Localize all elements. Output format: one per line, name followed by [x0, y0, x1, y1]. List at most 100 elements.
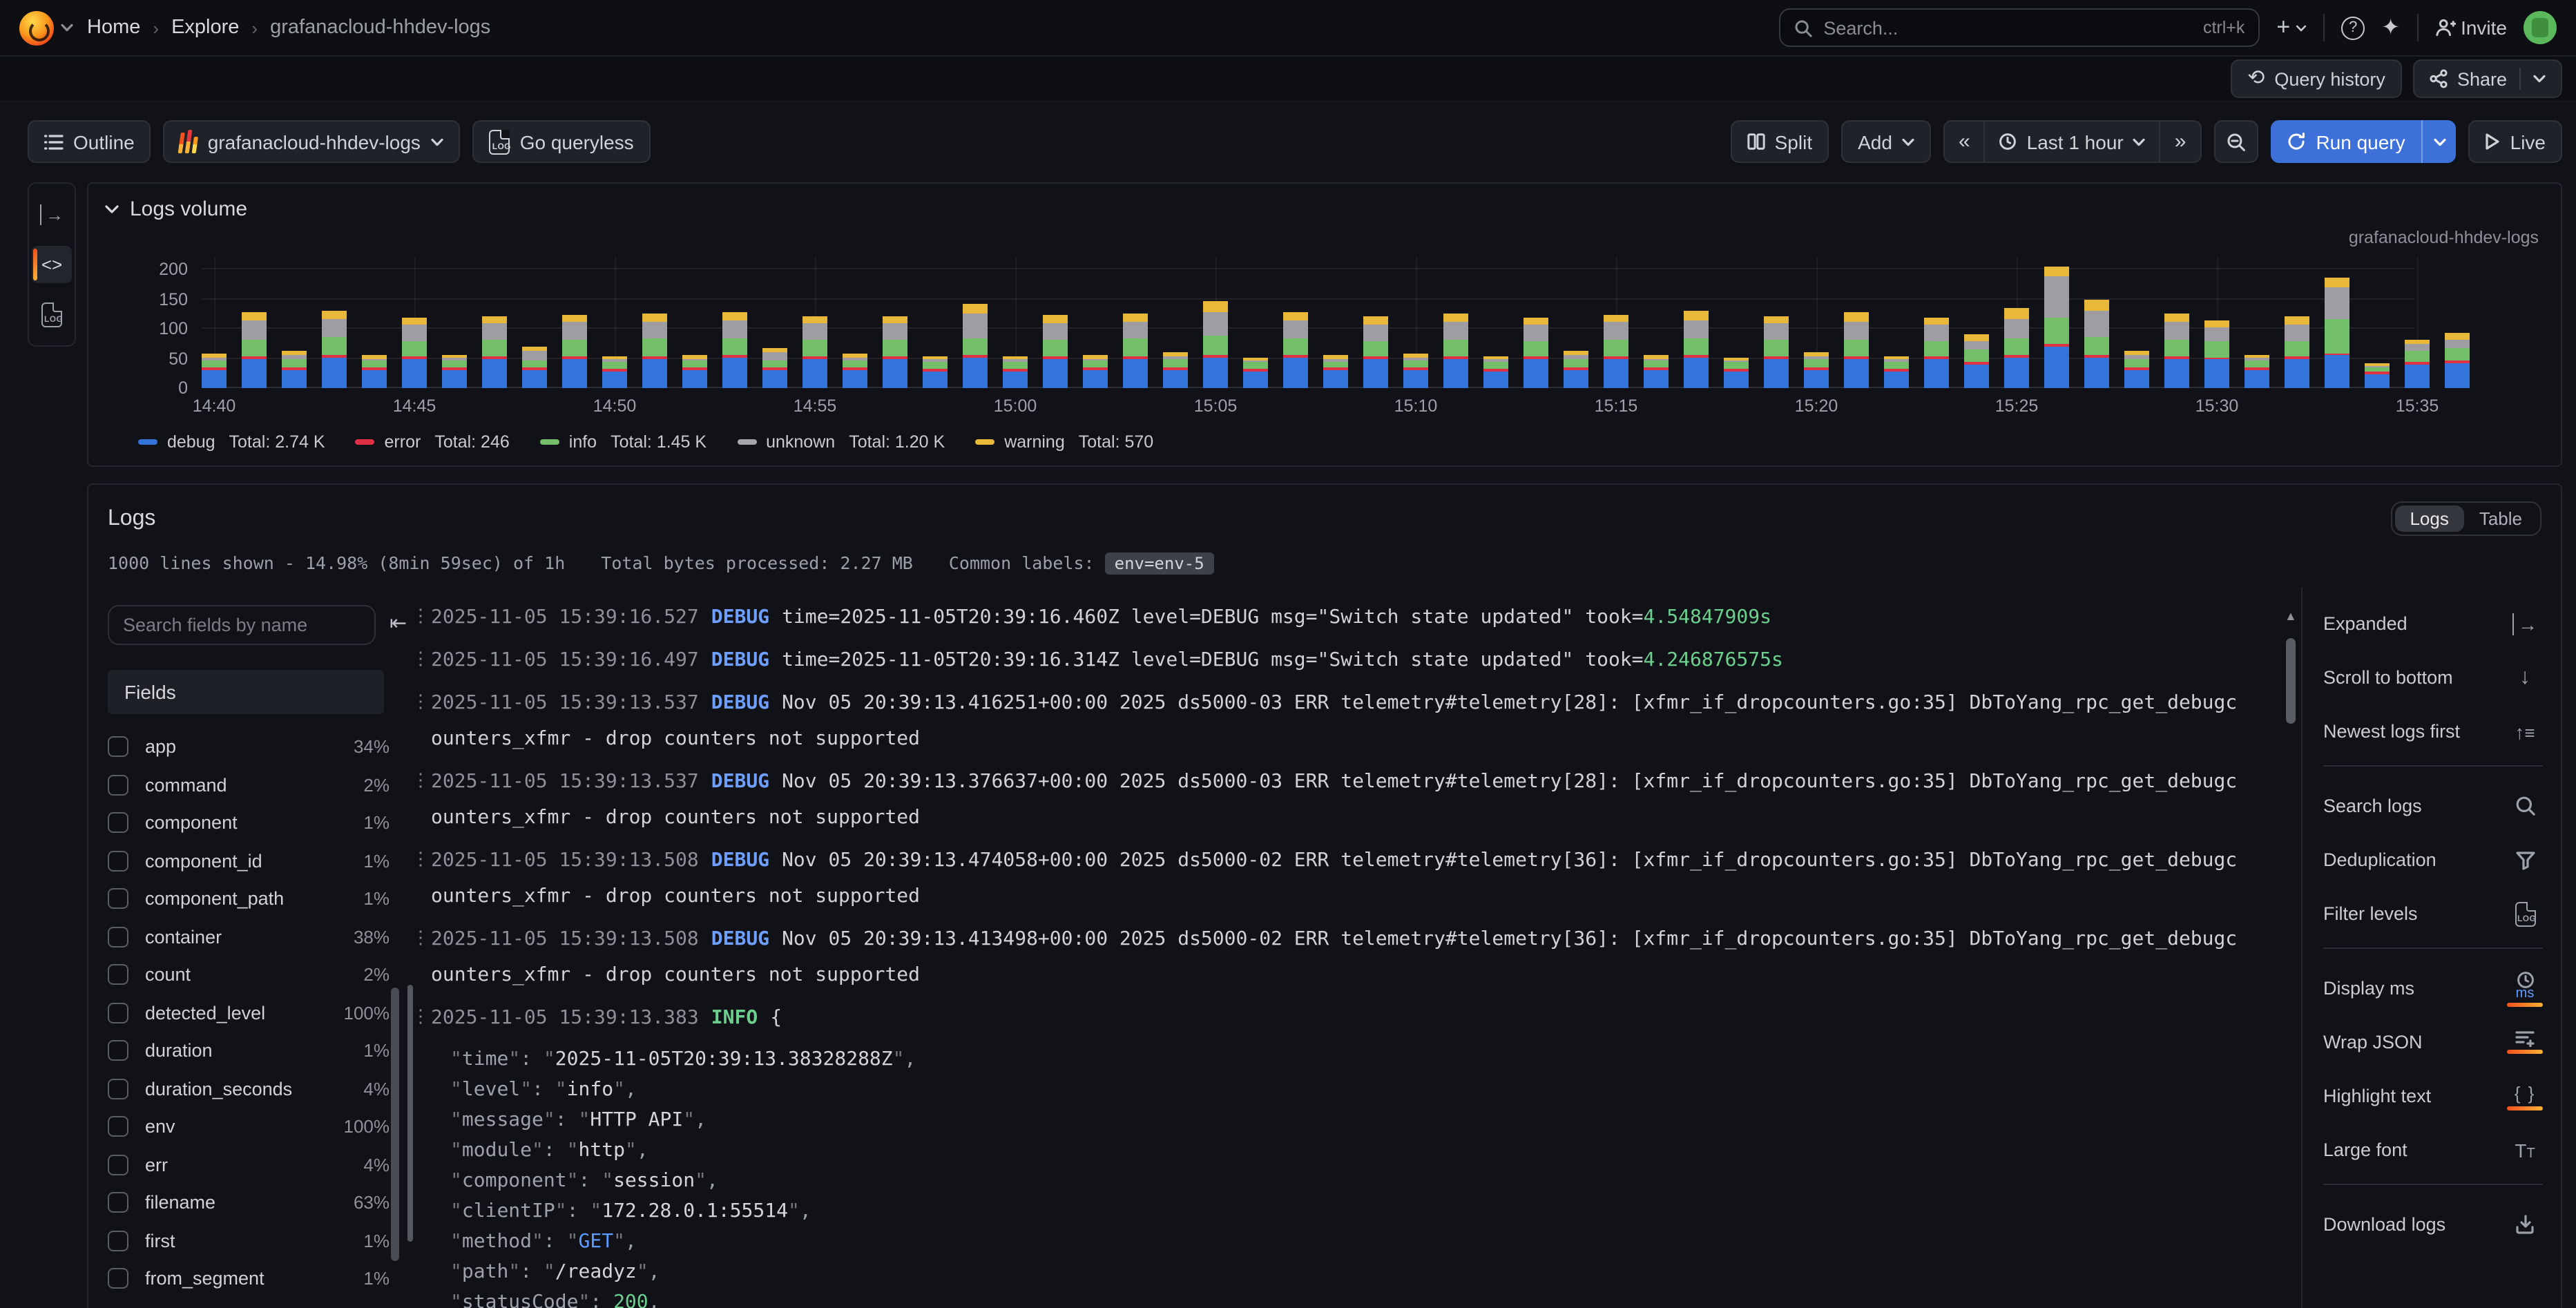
field-row-container[interactable]: container38% — [108, 918, 390, 956]
query-history-button[interactable]: ⟲ Query history — [2231, 59, 2402, 98]
scroll-to-bottom-icon[interactable]: ↓ — [2507, 665, 2543, 690]
run-query-dropdown[interactable] — [2422, 120, 2457, 163]
invite-button[interactable]: Invite — [2434, 17, 2507, 39]
field-row-from_segment[interactable]: from_segment1% — [108, 1260, 390, 1298]
row-menu-icon[interactable]: ⋮ — [412, 606, 431, 628]
user-avatar[interactable] — [2524, 11, 2557, 44]
control-search-logs[interactable]: Search logs — [2323, 786, 2543, 826]
add-dropdown-button[interactable]: Add — [1841, 120, 1931, 163]
org-chevron-down-icon[interactable] — [61, 23, 73, 32]
row-menu-icon[interactable]: ⋮ — [412, 649, 431, 671]
zoom-out-button[interactable] — [2213, 120, 2258, 163]
log-row[interactable]: ⋮2025-11-05 15:39:13.508DEBUGNov 05 20:3… — [412, 928, 2279, 950]
field-checkbox[interactable] — [108, 965, 128, 985]
split-button[interactable]: Split — [1731, 120, 1829, 163]
add-menu-button[interactable]: + — [2276, 14, 2307, 41]
scroll-up-icon[interactable]: ▲ — [2285, 609, 2297, 623]
time-shift-back-button[interactable]: « — [1945, 122, 1984, 162]
control-large-font[interactable]: Large fontTT — [2323, 1130, 2543, 1170]
datasource-picker[interactable]: grafanacloud-hhdev-logs — [164, 120, 461, 163]
collapse-panel-icon[interactable]: → — [32, 196, 72, 233]
field-row-command[interactable]: command2% — [108, 766, 390, 804]
filter-levels-icon[interactable]: LOG — [2507, 901, 2543, 926]
highlight-text-icon[interactable]: { } — [2507, 1082, 2543, 1110]
fields-scrollbar[interactable] — [391, 988, 399, 1261]
control-newest-logs-first[interactable]: Newest logs first↑≡ — [2323, 711, 2543, 751]
control-filter-levels[interactable]: Filter levelsLOG — [2323, 894, 2543, 934]
field-row-err[interactable]: err4% — [108, 1146, 390, 1184]
field-checkbox[interactable] — [108, 1193, 128, 1213]
field-checkbox[interactable] — [108, 1041, 128, 1061]
field-checkbox[interactable] — [108, 775, 128, 796]
row-menu-icon[interactable]: ⋮ — [412, 849, 431, 872]
log-row[interactable]: ⋮2025-11-05 15:39:16.527DEBUGtime=2025-1… — [412, 606, 2279, 628]
legend-item-debug[interactable]: debugTotal: 2.74 K — [138, 432, 325, 452]
field-checkbox[interactable] — [108, 1231, 128, 1251]
control-scroll-to-bottom[interactable]: Scroll to bottom↓ — [2323, 657, 2543, 698]
field-checkbox[interactable] — [108, 889, 128, 910]
control-expanded[interactable]: Expanded→ — [2323, 604, 2543, 644]
run-query-button[interactable]: Run query — [2270, 120, 2421, 163]
control-download-logs[interactable]: Download logs — [2323, 1204, 2543, 1244]
newest-logs-first-icon[interactable]: ↑≡ — [2507, 720, 2543, 742]
global-search-input[interactable]: Search... ctrl+k — [1779, 8, 2260, 47]
grafana-assistant-icon[interactable]: ✦ — [2381, 14, 2400, 41]
field-row-component_id[interactable]: component_id1% — [108, 842, 390, 880]
field-row-duration_seconds[interactable]: duration_seconds4% — [108, 1070, 390, 1108]
field-row-detected_level[interactable]: detected_level100% — [108, 994, 390, 1032]
control-display-ms[interactable]: Display msms — [2323, 968, 2543, 1008]
share-button[interactable]: Share — [2413, 59, 2562, 98]
legend-item-info[interactable]: infoTotal: 1.45 K — [540, 432, 707, 452]
field-checkbox[interactable] — [108, 737, 128, 758]
control-highlight-text[interactable]: Highlight text{ } — [2323, 1076, 2543, 1116]
field-checkbox[interactable] — [108, 813, 128, 834]
download-logs-icon[interactable] — [2507, 1214, 2543, 1235]
field-row-component_path[interactable]: component_path1% — [108, 880, 390, 918]
control-wrap-json[interactable]: Wrap JSON — [2323, 1022, 2543, 1062]
control-deduplication[interactable]: Deduplication — [2323, 840, 2543, 880]
field-checkbox[interactable] — [108, 1003, 128, 1023]
collapse-chevron-icon[interactable] — [105, 204, 119, 214]
field-checkbox[interactable] — [108, 1117, 128, 1137]
log-row[interactable]: ⋮2025-11-05 15:39:13.537DEBUGNov 05 20:3… — [412, 771, 2279, 793]
field-row-app[interactable]: app34% — [108, 728, 390, 766]
field-row-filename[interactable]: filename63% — [108, 1184, 390, 1222]
log-row[interactable]: ⋮2025-11-05 15:39:16.497DEBUGtime=2025-1… — [412, 649, 2279, 671]
field-row-env[interactable]: env100% — [108, 1108, 390, 1146]
breadcrumb-explore[interactable]: Explore — [171, 17, 239, 39]
log-row-json[interactable]: ⋮2025-11-05 15:39:13.383INFO{ — [412, 1007, 2279, 1029]
scrollbar-thumb[interactable] — [2286, 638, 2296, 724]
row-menu-icon[interactable]: ⋮ — [412, 771, 431, 793]
display-ms-icon[interactable]: ms — [2507, 970, 2543, 1006]
row-menu-icon[interactable]: ⋮ — [412, 1007, 431, 1029]
live-button[interactable]: Live — [2469, 120, 2562, 163]
code-editor-icon[interactable]: <> — [32, 246, 72, 283]
legend-item-unknown[interactable]: unknownTotal: 1.20 K — [737, 432, 945, 452]
wrap-json-icon[interactable] — [2507, 1030, 2543, 1054]
log-row[interactable]: ⋮2025-11-05 15:39:13.508DEBUGNov 05 20:3… — [412, 849, 2279, 872]
field-checkbox[interactable] — [108, 927, 128, 948]
search-logs-icon[interactable] — [2507, 796, 2543, 816]
time-range-button[interactable]: Last 1 hour — [1984, 122, 2160, 162]
legend-item-error[interactable]: errorTotal: 246 — [356, 432, 510, 452]
legend-item-warning[interactable]: warningTotal: 570 — [975, 432, 1153, 452]
logs-scrollbar[interactable]: ▲ — [2279, 587, 2301, 1308]
row-menu-icon[interactable]: ⋮ — [412, 692, 431, 714]
grafana-logo-icon[interactable] — [19, 10, 54, 45]
deduplication-icon[interactable] — [2507, 850, 2543, 869]
search-fields-input[interactable]: Search fields by name — [108, 605, 376, 645]
row-menu-icon[interactable]: ⋮ — [412, 928, 431, 950]
field-checkbox[interactable] — [108, 1155, 128, 1175]
outline-button[interactable]: Outline — [28, 120, 151, 163]
field-checkbox[interactable] — [108, 851, 128, 872]
help-button[interactable]: ? — [2341, 16, 2365, 39]
log-row[interactable]: ⋮2025-11-05 15:39:13.537DEBUGNov 05 20:3… — [412, 692, 2279, 714]
field-row-component[interactable]: component1% — [108, 804, 390, 842]
field-checkbox[interactable] — [108, 1269, 128, 1289]
field-checkbox[interactable] — [108, 1079, 128, 1099]
log-file-icon[interactable]: LOG — [32, 296, 72, 333]
field-row-count[interactable]: count2% — [108, 956, 390, 994]
field-row-duration[interactable]: duration1% — [108, 1032, 390, 1070]
field-row-first[interactable]: first1% — [108, 1222, 390, 1260]
expanded-icon[interactable]: → — [2507, 613, 2543, 635]
